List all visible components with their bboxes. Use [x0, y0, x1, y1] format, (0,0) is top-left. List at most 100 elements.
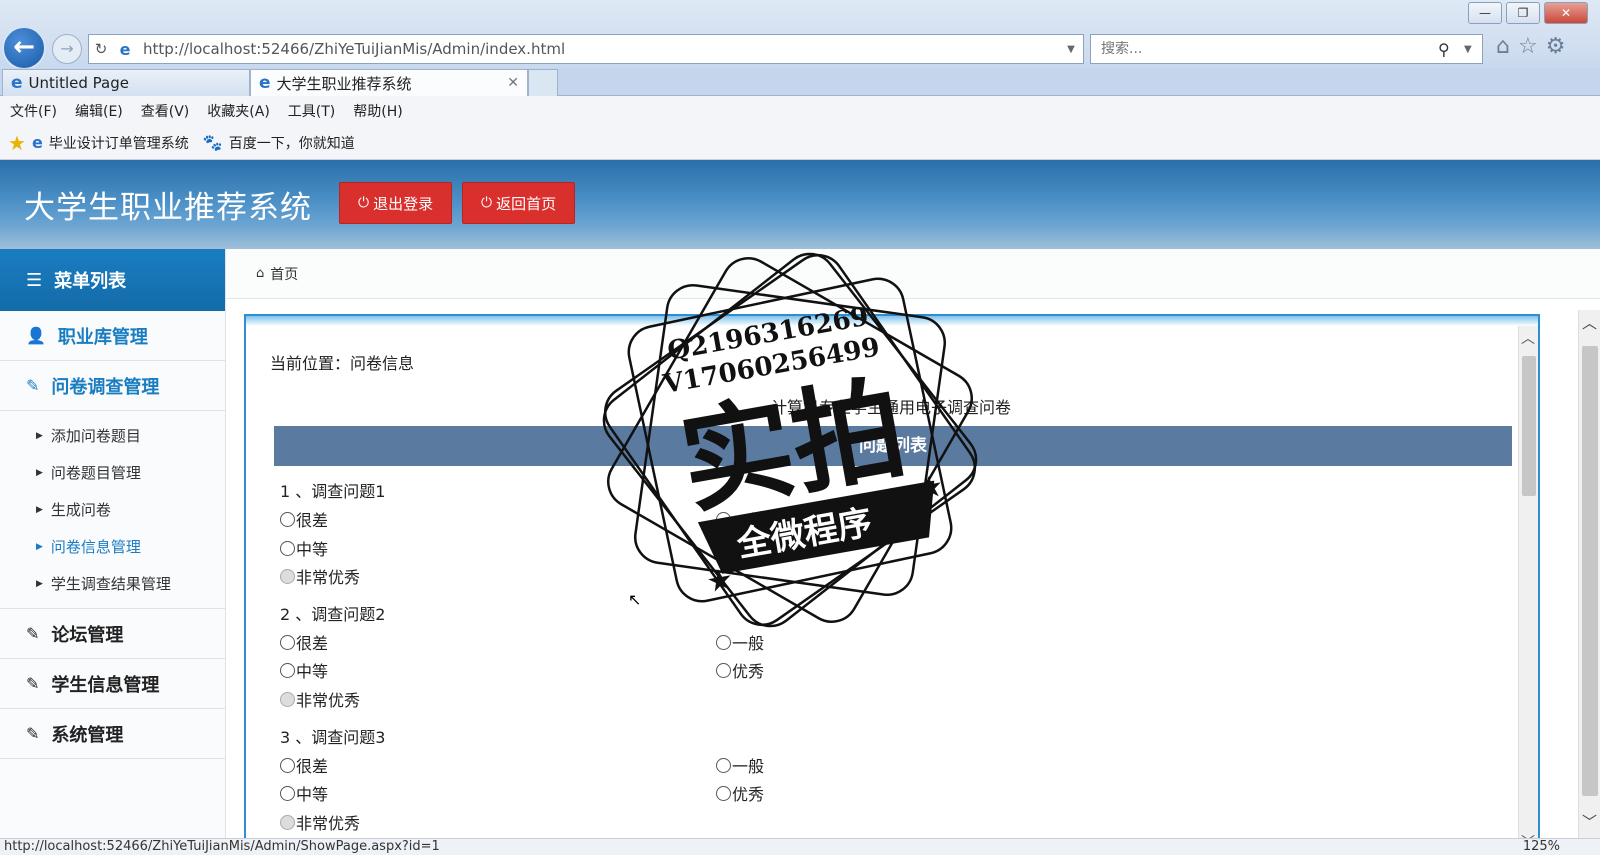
radio-button[interactable]	[280, 662, 295, 678]
option-label: 很差	[296, 634, 329, 653]
breadcrumb-home[interactable]: 首页	[270, 264, 298, 284]
radio-option[interactable]: 一般	[716, 507, 764, 531]
radio-button[interactable]	[280, 785, 295, 801]
radio-button[interactable]	[280, 634, 295, 650]
sidebar-item-forum[interactable]: ✎ 论坛管理	[0, 609, 225, 659]
submenu-add-question[interactable]: ▶ 添加问卷题目	[0, 417, 225, 454]
radio-option[interactable]: 优秀	[716, 781, 764, 805]
question-title: 2 、调查问题2	[280, 605, 386, 624]
scroll-up-icon[interactable]: ︿	[1521, 328, 1535, 348]
favorite-link-1[interactable]: 毕业设计订单管理系统	[49, 133, 189, 153]
radio-button[interactable]	[280, 691, 295, 707]
caret-right-icon: ▶	[36, 578, 43, 589]
search-dropdown-icon[interactable]: ▼	[1464, 44, 1482, 55]
refresh-icon[interactable]: ↻	[89, 40, 113, 58]
option-label: 中等	[296, 785, 329, 804]
radio-option[interactable]: 中等	[280, 658, 328, 682]
close-window-icon[interactable]: ✕	[1544, 2, 1588, 24]
radio-option[interactable]: 很差	[280, 630, 328, 654]
menu-edit[interactable]: 编辑(E)	[75, 101, 123, 121]
back-button[interactable]: ←	[2, 26, 46, 70]
search-box[interactable]: ⚲ ▼	[1090, 34, 1483, 64]
close-tab-icon[interactable]: ✕	[507, 75, 519, 91]
submenu-label: 问卷题目管理	[50, 464, 141, 482]
caret-right-icon: ▶	[36, 467, 43, 478]
return-home-button[interactable]: ⏻ 返回首页	[462, 182, 576, 224]
option-label: 优秀	[732, 540, 765, 559]
submenu-generate-survey[interactable]: ▶ 生成问卷	[0, 491, 225, 528]
radio-button[interactable]	[716, 662, 731, 678]
radio-option[interactable]: 中等	[280, 781, 328, 805]
sidebar-item-survey[interactable]: ✎ 问卷调查管理	[0, 361, 225, 411]
browser-titlebar: — ❐ ✕ ← → ↻ e http://localhost:52466/Zhi…	[0, 0, 1600, 70]
radio-button[interactable]	[280, 814, 295, 830]
submenu-label: 问卷信息管理	[50, 538, 141, 556]
menu-tools[interactable]: 工具(T)	[288, 101, 335, 121]
minimize-icon[interactable]: —	[1468, 2, 1502, 24]
tab-untitled-page[interactable]: e Untitled Page	[2, 69, 250, 96]
radio-option[interactable]: 优秀	[716, 536, 764, 560]
favorite-link-2[interactable]: 百度一下，你就知道	[229, 133, 355, 153]
sidebar-item-label: 系统管理	[51, 724, 124, 746]
new-tab-button[interactable]	[528, 69, 558, 96]
submenu-student-results[interactable]: ▶ 学生调查结果管理	[0, 565, 225, 602]
sidebar-item-student-info[interactable]: ✎ 学生信息管理	[0, 659, 225, 709]
radio-option[interactable]: 中等	[280, 536, 328, 560]
radio-button[interactable]	[716, 757, 731, 773]
app-header: 大学生职业推荐系统 ⏻ 退出登录 ⏻ 返回首页	[0, 160, 1600, 249]
forward-button[interactable]: →	[52, 34, 82, 64]
scroll-thumb[interactable]	[1522, 356, 1536, 496]
mouse-cursor-icon: ↖	[628, 590, 642, 609]
radio-option[interactable]: 一般	[716, 753, 764, 777]
tab-label: Untitled Page	[28, 74, 129, 92]
address-url[interactable]: http://localhost:52466/ZhiYeTuiJianMis/A…	[137, 40, 1059, 58]
caret-right-icon: ▶	[36, 430, 43, 441]
menu-file[interactable]: 文件(F)	[10, 101, 57, 121]
radio-button[interactable]	[280, 757, 295, 773]
radio-button[interactable]	[280, 568, 295, 584]
radio-option[interactable]: 一般	[716, 630, 764, 654]
menu-favorites[interactable]: 收藏夹(A)	[207, 101, 270, 121]
radio-option[interactable]: 优秀	[716, 658, 764, 682]
settings-gear-icon[interactable]: ⚙	[1546, 34, 1566, 59]
zoom-level[interactable]: 125%	[1523, 839, 1560, 855]
favorites-bar: ★ e 毕业设计订单管理系统 🐾 百度一下，你就知道	[0, 126, 1600, 160]
scroll-thumb[interactable]	[1582, 346, 1598, 796]
home-icon[interactable]: ⌂	[1496, 34, 1510, 59]
menu-view[interactable]: 查看(V)	[141, 101, 190, 121]
tab-active-app[interactable]: e 大学生职业推荐系统 ✕	[250, 69, 528, 96]
radio-option[interactable]: 非常优秀	[280, 564, 360, 588]
address-dropdown-icon[interactable]: ▼	[1059, 44, 1083, 55]
radio-button[interactable]	[280, 511, 295, 527]
radio-option[interactable]: 非常优秀	[280, 810, 360, 834]
radio-button[interactable]	[716, 511, 731, 527]
radio-option[interactable]: 很差	[280, 753, 328, 777]
sidebar-item-career-library[interactable]: 👤 职业库管理	[0, 311, 225, 361]
logout-button[interactable]: ⏻ 退出登录	[339, 182, 453, 224]
submenu-survey-info[interactable]: ▶ 问卷信息管理	[0, 528, 225, 565]
radio-option[interactable]: 非常优秀	[280, 687, 360, 711]
search-input[interactable]	[1101, 41, 1438, 57]
radio-button[interactable]	[716, 634, 731, 650]
radio-button[interactable]	[716, 540, 731, 556]
restore-icon[interactable]: ❐	[1506, 2, 1540, 24]
status-bar: http://localhost:52466/ZhiYeTuiJianMis/A…	[0, 838, 1600, 855]
inner-scrollbar[interactable]: ︿ ﹀	[1518, 326, 1538, 855]
radio-option[interactable]: 很差	[280, 507, 328, 531]
option-label: 中等	[296, 662, 329, 681]
sidebar-heading-label: 菜单列表	[54, 271, 127, 292]
favorites-add-icon[interactable]: ★	[8, 131, 26, 155]
radio-button[interactable]	[716, 785, 731, 801]
address-bar[interactable]: ↻ e http://localhost:52466/ZhiYeTuiJianM…	[88, 34, 1084, 64]
sidebar-item-system[interactable]: ✎ 系统管理	[0, 709, 225, 759]
submenu-question-manage[interactable]: ▶ 问卷题目管理	[0, 454, 225, 491]
page-scrollbar[interactable]: ︿ ﹀	[1578, 310, 1600, 838]
menu-help[interactable]: 帮助(H)	[353, 101, 402, 121]
search-icon[interactable]: ⚲	[1438, 40, 1464, 59]
favorites-star-icon[interactable]: ☆	[1518, 34, 1538, 59]
scroll-up-icon[interactable]: ︿	[1582, 312, 1597, 333]
baidu-paw-icon: 🐾	[202, 133, 223, 152]
option-label: 一般	[732, 634, 765, 653]
scroll-down-icon[interactable]: ﹀	[1582, 811, 1597, 832]
radio-button[interactable]	[280, 540, 295, 556]
